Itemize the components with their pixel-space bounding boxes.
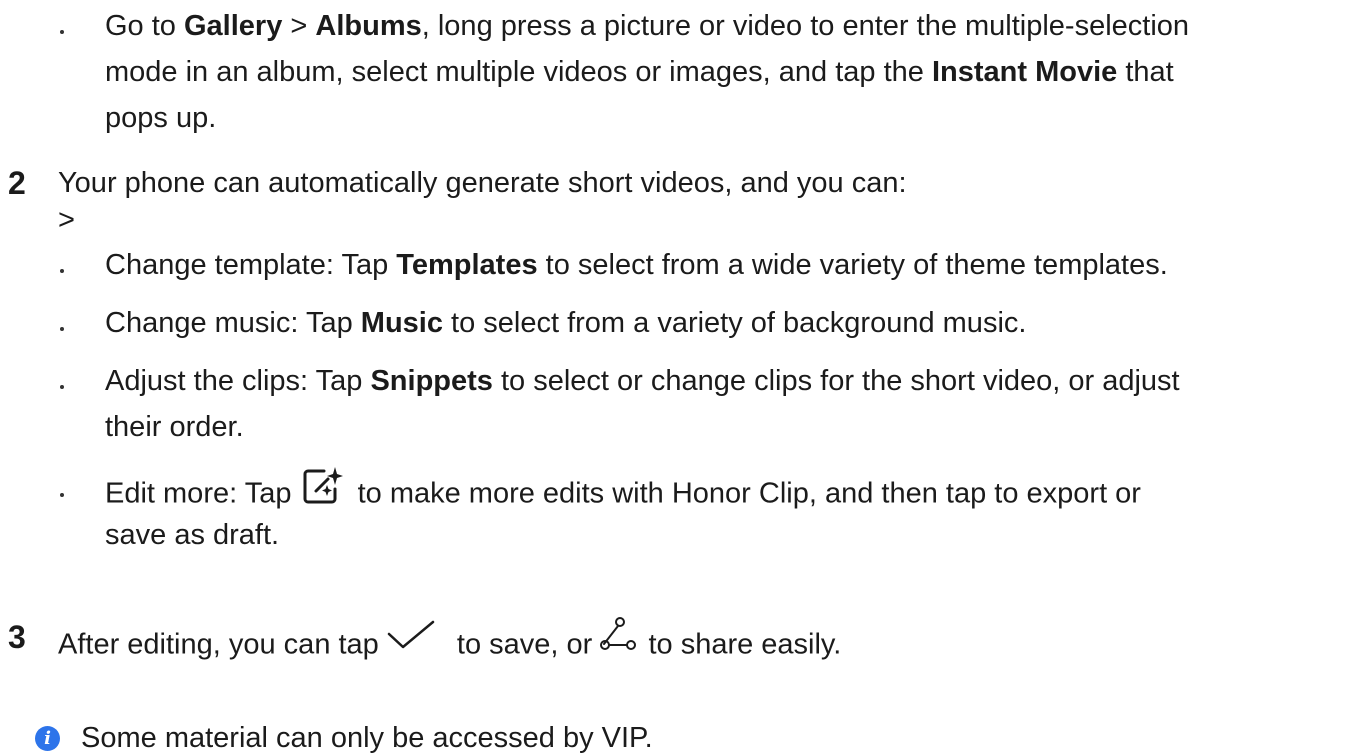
text-run: that — [1117, 56, 1174, 88]
bullet-text-line: mode in an album, select multiple videos… — [105, 52, 1174, 93]
step-number: 2 — [8, 165, 26, 201]
text-run: to save, or — [448, 628, 601, 661]
text-run: > — [282, 10, 316, 42]
bullet-text-line: Go to Gallery > Albums, long press a pic… — [105, 6, 1189, 47]
text-run: to select or change clips for the short … — [492, 365, 1180, 397]
bold-albums: Albums — [315, 10, 422, 42]
bullet-dot — [60, 385, 64, 389]
edit-sparkle-icon — [302, 465, 344, 517]
text-run: save as draft. — [105, 519, 280, 551]
text-run: Change template: Tap — [105, 249, 397, 281]
bullet-dot — [60, 30, 64, 34]
step-marker: > — [58, 204, 75, 236]
bullet-text-line: Adjust the clips: Tap Snippets to select… — [105, 361, 1180, 402]
text-run: to make more edits with Honor Clip, and … — [349, 477, 1141, 510]
text-run: their order. — [105, 411, 244, 443]
checkmark-icon — [387, 620, 435, 662]
bold-templates: Templates — [396, 249, 538, 281]
bullet-text-line: save as draft. — [105, 515, 279, 556]
text-run: , long press a picture or video to enter… — [421, 10, 1190, 42]
text-run: Edit more: Tap — [105, 477, 300, 510]
step-number: 3 — [8, 619, 26, 655]
info-icon: i — [35, 726, 60, 751]
step-text: Your phone can automatically generate sh… — [58, 167, 907, 199]
bold-instant-movie: Instant Movie — [931, 56, 1118, 88]
bullet-text-line: Change music: Tap Music to select from a… — [105, 303, 1026, 344]
text-run: to select from a wide variety of theme t… — [537, 249, 1168, 281]
bullet-text-line: pops up. — [105, 98, 216, 139]
bold-music: Music — [360, 307, 443, 339]
bullet-dot — [60, 327, 64, 331]
bold-snippets: Snippets — [370, 365, 493, 397]
bullet-text-line: their order. — [105, 407, 244, 448]
step-text: After editing, you can tap to save, or t… — [58, 617, 841, 675]
bold-gallery: Gallery — [184, 10, 283, 42]
bullet-text-line: Change template: Tap Templates to select… — [105, 245, 1168, 286]
text-run: Adjust the clips: Tap — [105, 365, 371, 397]
text-run: Go to — [105, 10, 184, 42]
text-run: Change music: Tap — [105, 307, 361, 339]
text-run: pops up. — [105, 102, 217, 134]
text-run: mode in an album, select multiple videos… — [105, 56, 932, 88]
text-run: to share easily. — [640, 628, 842, 661]
share-icon — [600, 617, 637, 663]
note-text: Some material can only be accessed by VI… — [81, 722, 653, 754]
bullet-dot — [60, 493, 64, 497]
text-run: After editing, you can tap — [58, 628, 387, 661]
text-run: to select from a variety of background m… — [442, 307, 1027, 339]
bullet-dot — [60, 269, 64, 273]
